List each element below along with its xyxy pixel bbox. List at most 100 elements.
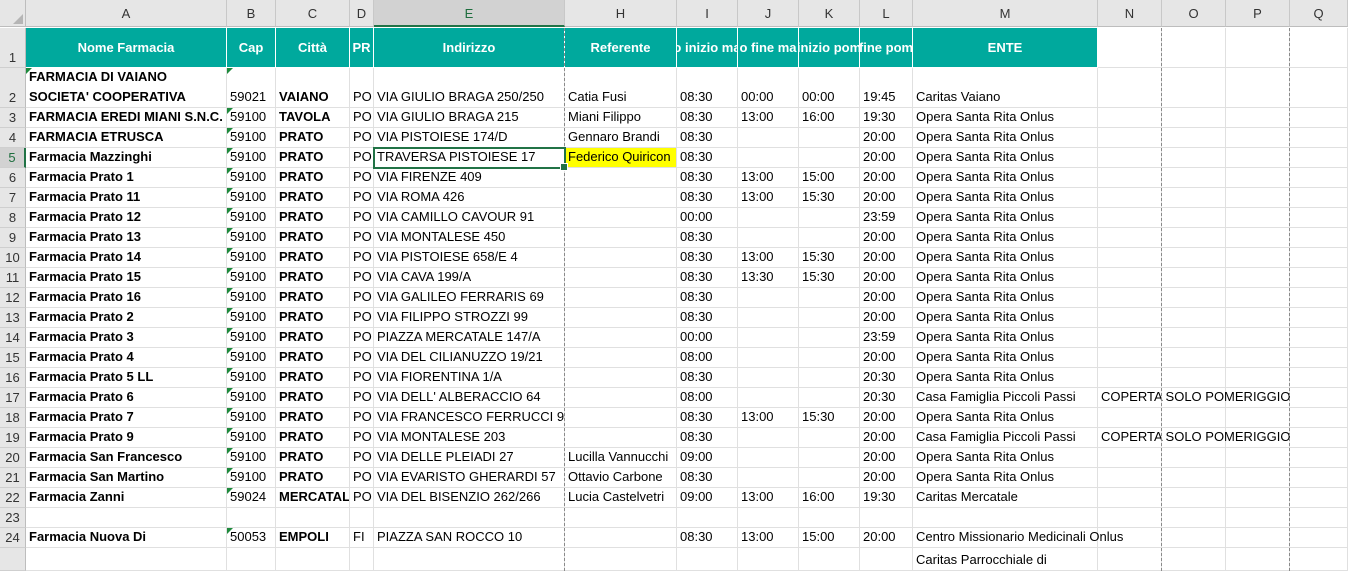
- cell-c-18[interactable]: PRATO: [276, 408, 350, 428]
- cell-e-14[interactable]: PIAZZA MERCATALE 147/A: [374, 328, 565, 348]
- cell-b-2[interactable]: 59021: [227, 68, 276, 108]
- cell-d-16[interactable]: PO: [350, 368, 374, 388]
- cell-o-13[interactable]: [1162, 308, 1226, 328]
- cell-e-20[interactable]: VIA DELLE PLEIADI 27: [374, 448, 565, 468]
- row-header-13[interactable]: 13: [0, 308, 26, 328]
- cell-q-12[interactable]: [1290, 288, 1348, 308]
- cell-l-15[interactable]: 20:00: [860, 348, 913, 368]
- cell-j-12[interactable]: [738, 288, 799, 308]
- cell-l-5[interactable]: 20:00: [860, 148, 913, 168]
- cell-n-14[interactable]: [1098, 328, 1162, 348]
- cell-h-4[interactable]: Gennaro Brandi: [565, 128, 677, 148]
- cell-h-20[interactable]: Lucilla Vannucchi: [565, 448, 677, 468]
- header-cell-p[interactable]: [1226, 28, 1290, 68]
- cell-c-2[interactable]: VAIANO: [276, 68, 350, 108]
- cell-l-20[interactable]: 20:00: [860, 448, 913, 468]
- cell-a-5[interactable]: Farmacia Mazzinghi: [26, 148, 227, 168]
- cell-o-8[interactable]: [1162, 208, 1226, 228]
- cell-n-19[interactable]: COPERTA SOLO POMERIGGIO: [1098, 428, 1291, 448]
- cell-k-13[interactable]: [799, 308, 860, 328]
- cell-j-17[interactable]: [738, 388, 799, 408]
- cell-d-15[interactable]: PO: [350, 348, 374, 368]
- cell-d-19[interactable]: PO: [350, 428, 374, 448]
- cell-l-23[interactable]: [860, 508, 913, 528]
- cell-c-partial[interactable]: [276, 548, 350, 571]
- cell-l-14[interactable]: 23:59: [860, 328, 913, 348]
- cell-j-6[interactable]: 13:00: [738, 168, 799, 188]
- cell-p-5[interactable]: [1226, 148, 1290, 168]
- cell-l-7[interactable]: 20:00: [860, 188, 913, 208]
- cell-e-10[interactable]: VIA PISTOIESE 658/E 4: [374, 248, 565, 268]
- cell-d-23[interactable]: [350, 508, 374, 528]
- cell-h-13[interactable]: [565, 308, 677, 328]
- cell-l-12[interactable]: 20:00: [860, 288, 913, 308]
- cell-d-21[interactable]: PO: [350, 468, 374, 488]
- cell-q-20[interactable]: [1290, 448, 1348, 468]
- cell-k-11[interactable]: 15:30: [799, 268, 860, 288]
- cell-k-21[interactable]: [799, 468, 860, 488]
- cell-h-7[interactable]: [565, 188, 677, 208]
- cell-q-partial[interactable]: [1290, 548, 1348, 571]
- cell-o-10[interactable]: [1162, 248, 1226, 268]
- cell-m-2[interactable]: Caritas Vaiano: [913, 68, 1098, 108]
- cell-m-14[interactable]: Opera Santa Rita Onlus: [913, 328, 1098, 348]
- cell-a-6[interactable]: Farmacia Prato 1: [26, 168, 227, 188]
- cell-m-7[interactable]: Opera Santa Rita Onlus: [913, 188, 1098, 208]
- cell-a-15[interactable]: Farmacia Prato 4: [26, 348, 227, 368]
- cell-d-9[interactable]: PO: [350, 228, 374, 248]
- cell-o-11[interactable]: [1162, 268, 1226, 288]
- cell-l-19[interactable]: 20:00: [860, 428, 913, 448]
- cell-e-19[interactable]: VIA MONTALESE 203: [374, 428, 565, 448]
- cell-j-14[interactable]: [738, 328, 799, 348]
- cell-l-4[interactable]: 20:00: [860, 128, 913, 148]
- cell-l-21[interactable]: 20:00: [860, 468, 913, 488]
- cell-n-8[interactable]: [1098, 208, 1162, 228]
- cell-h-partial[interactable]: [565, 548, 677, 571]
- cell-p-4[interactable]: [1226, 128, 1290, 148]
- cell-h-22[interactable]: Lucia Castelvetri: [565, 488, 677, 508]
- cell-q-23[interactable]: [1290, 508, 1348, 528]
- row-header-3[interactable]: 3: [0, 108, 26, 128]
- cell-p-8[interactable]: [1226, 208, 1290, 228]
- cell-m-15[interactable]: Opera Santa Rita Onlus: [913, 348, 1098, 368]
- cell-l-9[interactable]: 20:00: [860, 228, 913, 248]
- header-cell-b[interactable]: Cap: [227, 28, 276, 68]
- row-header-15[interactable]: 15: [0, 348, 26, 368]
- cell-b-3[interactable]: 59100: [227, 108, 276, 128]
- column-header-q[interactable]: Q: [1290, 0, 1348, 27]
- cell-m-4[interactable]: Opera Santa Rita Onlus: [913, 128, 1098, 148]
- cell-a-17[interactable]: Farmacia Prato 6: [26, 388, 227, 408]
- cell-b-17[interactable]: 59100: [227, 388, 276, 408]
- cell-c-17[interactable]: PRATO: [276, 388, 350, 408]
- cell-m-11[interactable]: Opera Santa Rita Onlus: [913, 268, 1098, 288]
- cell-e-13[interactable]: VIA FILIPPO STROZZI 99: [374, 308, 565, 328]
- cell-p-3[interactable]: [1226, 108, 1290, 128]
- cell-m-9[interactable]: Opera Santa Rita Onlus: [913, 228, 1098, 248]
- cell-o-5[interactable]: [1162, 148, 1226, 168]
- cell-k-6[interactable]: 15:00: [799, 168, 860, 188]
- cell-a-23[interactable]: [26, 508, 227, 528]
- cell-i-5[interactable]: 08:30: [677, 148, 738, 168]
- cell-i-3[interactable]: 08:30: [677, 108, 738, 128]
- cell-i-21[interactable]: 08:30: [677, 468, 738, 488]
- cell-o-22[interactable]: [1162, 488, 1226, 508]
- cell-k-24[interactable]: 15:00: [799, 528, 860, 548]
- cell-q-14[interactable]: [1290, 328, 1348, 348]
- cell-b-20[interactable]: 59100: [227, 448, 276, 468]
- cell-d-7[interactable]: PO: [350, 188, 374, 208]
- cell-k-4[interactable]: [799, 128, 860, 148]
- cell-n-3[interactable]: [1098, 108, 1162, 128]
- cell-o-2[interactable]: [1162, 68, 1226, 108]
- cell-n-21[interactable]: [1098, 468, 1162, 488]
- cell-n-6[interactable]: [1098, 168, 1162, 188]
- cell-c-5[interactable]: PRATO: [276, 148, 350, 168]
- cell-n-20[interactable]: [1098, 448, 1162, 468]
- cell-h-24[interactable]: [565, 528, 677, 548]
- cell-m-19[interactable]: Casa Famiglia Piccoli Passi: [913, 428, 1098, 448]
- cell-q-2[interactable]: [1290, 68, 1348, 108]
- column-header-j[interactable]: J: [738, 0, 799, 27]
- cell-p-14[interactable]: [1226, 328, 1290, 348]
- cell-i-23[interactable]: [677, 508, 738, 528]
- cell-h-8[interactable]: [565, 208, 677, 228]
- cell-i-partial[interactable]: [677, 548, 738, 571]
